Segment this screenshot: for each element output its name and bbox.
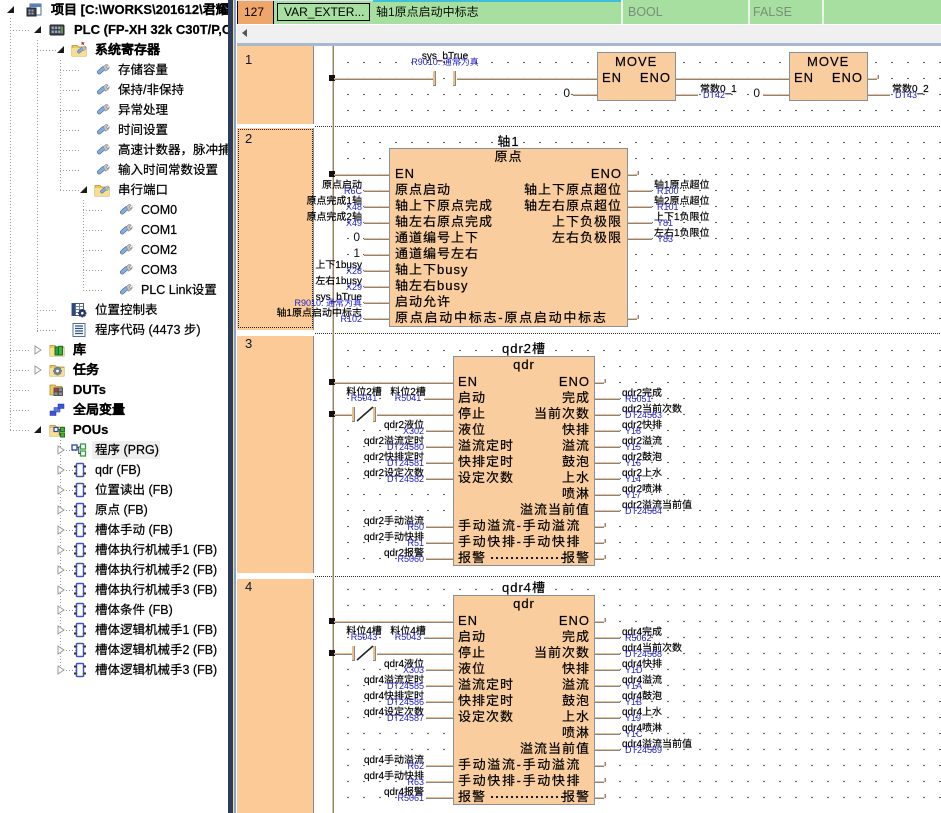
svg-text:*: * xyxy=(81,42,85,50)
